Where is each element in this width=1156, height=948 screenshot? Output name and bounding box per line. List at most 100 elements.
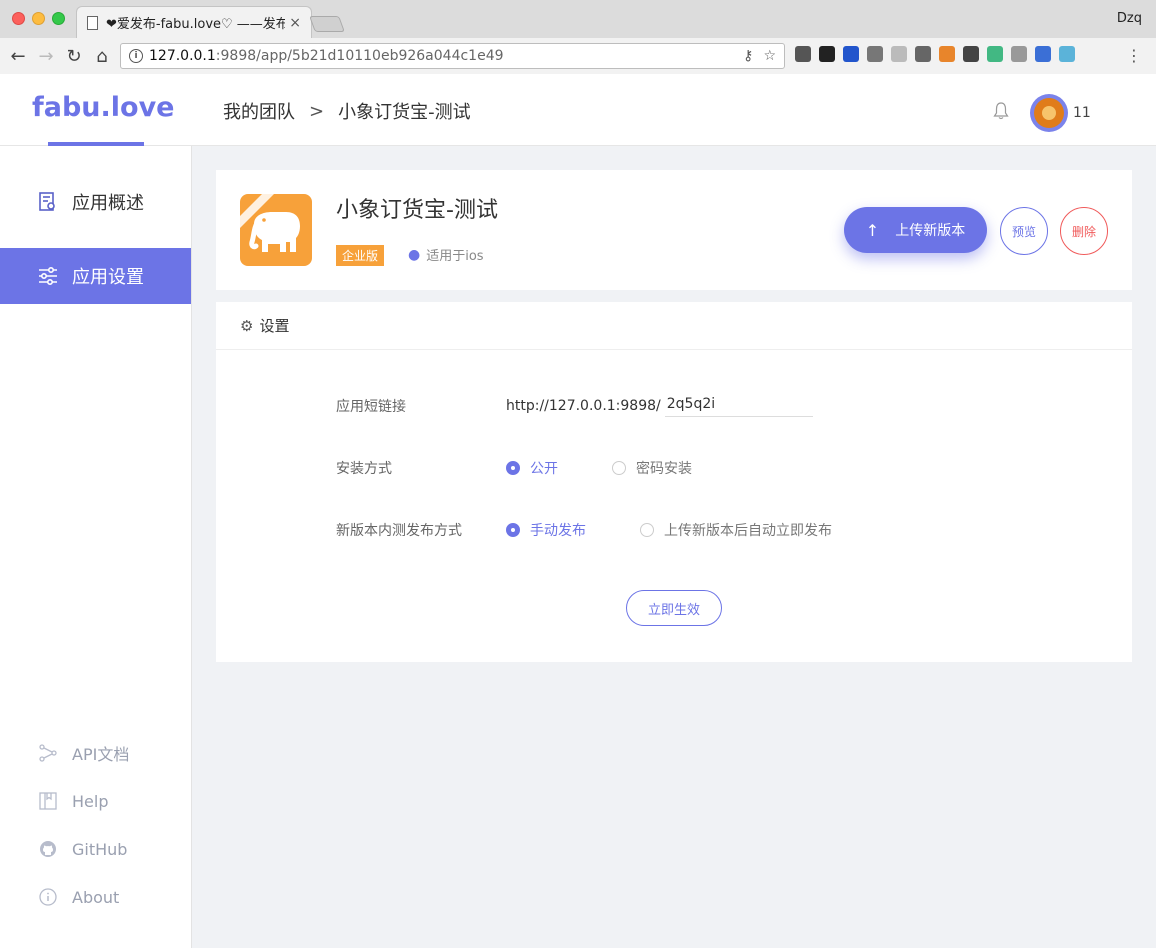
delete-button[interactable]: 删除 xyxy=(1060,207,1108,255)
platform-label: ● 适用于ios xyxy=(408,245,484,265)
short-link-row: http://127.0.0.1:9898/ xyxy=(506,394,813,417)
url-host: 127.0.0.1 xyxy=(149,48,216,64)
user-name[interactable]: 11 xyxy=(1073,105,1091,121)
radio-dot xyxy=(640,523,654,537)
ruler-extension-icon[interactable] xyxy=(1035,46,1051,62)
maximize-window-button[interactable] xyxy=(52,12,65,25)
upload-new-version-button[interactable]: ↑ 上传新版本 xyxy=(844,207,987,253)
new-tab-button[interactable] xyxy=(309,16,345,32)
recycle-extension-icon[interactable] xyxy=(867,46,883,62)
sidebar-item-label: 应用设置 xyxy=(72,267,144,288)
browser-menu-icon[interactable]: ⋮ xyxy=(1126,46,1142,65)
preview-button[interactable]: 预览 xyxy=(1000,207,1048,255)
release-manual-radio[interactable]: 手动发布 xyxy=(506,520,586,540)
sidebar-link-label: About xyxy=(72,887,120,907)
apple-icon: ● xyxy=(408,246,421,263)
document-icon xyxy=(87,15,98,30)
gear-icon: ⚙ xyxy=(240,316,254,335)
edition-badge: 企业版 xyxy=(336,245,385,266)
bookmark-star-icon[interactable]: ☆ xyxy=(763,48,776,64)
release-method-label: 新版本内测发布方式 xyxy=(336,523,462,539)
back-icon[interactable]: ← xyxy=(4,42,32,70)
install-method-options: 公开 密码安装 xyxy=(506,458,692,478)
install-public-radio[interactable]: 公开 xyxy=(506,458,558,478)
logo[interactable]: fabu.love xyxy=(32,92,175,123)
close-window-button[interactable] xyxy=(12,12,25,25)
install-password-radio[interactable]: 密码安装 xyxy=(612,458,692,478)
release-method-options: 手动发布 上传新版本后自动立即发布 xyxy=(506,520,832,540)
radio-dot xyxy=(506,523,520,537)
site-info-icon[interactable]: i xyxy=(129,49,143,63)
radio-label: 公开 xyxy=(530,461,558,477)
browser-tab[interactable]: ❤爱发布-fabu.love♡ ——发布 × xyxy=(76,6,312,38)
book-icon xyxy=(38,791,58,811)
sidebar-link-help[interactable]: Help xyxy=(0,786,191,816)
short-link-input[interactable] xyxy=(664,394,813,417)
info-icon xyxy=(38,887,58,907)
lion-avatar-icon xyxy=(1034,98,1064,128)
url-path: :9898/app/5b21d10110eb926a044c1e49 xyxy=(215,48,504,64)
release-auto-radio[interactable]: 上传新版本后自动立即发布 xyxy=(640,520,832,540)
radio-label: 手动发布 xyxy=(530,523,586,539)
sidebar-item-label: 应用概述 xyxy=(72,193,144,214)
settings-card: ⚙ 设置 应用短链接 http://127.0.0.1:9898/ 安装方式 公… xyxy=(216,302,1132,662)
platform-text: 适用于ios xyxy=(426,249,484,264)
radio-label: 密码安装 xyxy=(636,461,692,477)
short-link-prefix: http://127.0.0.1:9898/ xyxy=(506,397,661,414)
rp-extension-icon[interactable] xyxy=(1011,46,1027,62)
off-extension-icon[interactable] xyxy=(843,46,859,62)
vue-extension-icon[interactable] xyxy=(987,46,1003,62)
apply-now-button[interactable]: 立即生效 xyxy=(626,590,722,626)
sliders-icon xyxy=(38,266,58,286)
settings-header: ⚙ 设置 xyxy=(216,302,1132,350)
breadcrumb: 我的团队 > 小象订货宝-测试 xyxy=(223,98,471,124)
breadcrumb-separator: > xyxy=(309,100,325,122)
github-icon xyxy=(38,839,58,859)
sidebar-link-label: API文档 xyxy=(72,745,130,764)
elephant-icon xyxy=(240,194,300,252)
app-header: fabu.love 我的团队 > 小象订货宝-测试 11 xyxy=(0,74,1156,146)
sidebar: 应用概述 应用设置 API文档 Help GitHub About xyxy=(0,146,192,948)
evernote-extension-icon[interactable] xyxy=(795,46,811,62)
breadcrumb-team[interactable]: 我的团队 xyxy=(223,98,295,124)
tab-strip: ❤爱发布-fabu.love♡ ——发布 × Dzq xyxy=(0,0,1156,38)
app-info-card: 小象订货宝-测试 企业版 ● 适用于ios ↑ 上传新版本 预览 删除 xyxy=(216,170,1132,290)
sidebar-link-label: Help xyxy=(72,791,109,811)
address-bar[interactable]: i 127.0.0.1:9898/app/5b21d10110eb926a044… xyxy=(120,43,785,69)
tab-close-icon[interactable]: × xyxy=(289,15,301,31)
fox-extension-icon[interactable] xyxy=(939,46,955,62)
browser-profile-name[interactable]: Dzq xyxy=(1117,11,1142,26)
radio-label: 上传新版本后自动立即发布 xyxy=(664,523,832,539)
mask-extension-icon[interactable] xyxy=(819,46,835,62)
sidebar-link-api-docs[interactable]: API文档 xyxy=(0,738,191,768)
avatar[interactable] xyxy=(1030,94,1068,132)
upload-label: 上传新版本 xyxy=(895,223,966,239)
minimize-window-button[interactable] xyxy=(32,12,45,25)
app-name: 小象订货宝-测试 xyxy=(336,198,498,223)
sidebar-item-overview[interactable]: 应用概述 xyxy=(0,174,191,230)
home-icon[interactable]: ⌂ xyxy=(88,42,116,70)
key-icon[interactable]: ⚷ xyxy=(743,48,753,64)
sidebar-link-about[interactable]: About xyxy=(0,882,191,912)
extensions-bar xyxy=(795,46,1075,62)
browser-toolbar: ← → ↻ ⌂ i 127.0.0.1:9898/app/5b21d10110e… xyxy=(0,38,1156,74)
browser-chrome: ❤爱发布-fabu.love♡ ——发布 × Dzq ← → ↻ ⌂ i 127… xyxy=(0,0,1156,74)
sidebar-item-settings[interactable]: 应用设置 xyxy=(0,248,191,304)
radio-dot xyxy=(612,461,626,475)
sidebar-link-label: GitHub xyxy=(72,839,128,859)
short-link-label: 应用短链接 xyxy=(336,399,406,415)
radio-dot xyxy=(506,461,520,475)
forward-icon[interactable]: → xyxy=(32,42,60,70)
bulb-extension-icon[interactable] xyxy=(915,46,931,62)
share-nodes-icon xyxy=(38,743,58,763)
arrow-extension-icon[interactable] xyxy=(963,46,979,62)
app-overview-icon xyxy=(38,192,58,212)
circle-extension-icon[interactable] xyxy=(891,46,907,62)
s-extension-icon[interactable] xyxy=(1059,46,1075,62)
reload-icon[interactable]: ↻ xyxy=(60,42,88,70)
tab-title: ❤爱发布-fabu.love♡ ——发布 xyxy=(106,17,286,32)
sidebar-link-github[interactable]: GitHub xyxy=(0,834,191,864)
bell-icon[interactable] xyxy=(993,102,1009,120)
app-icon xyxy=(240,194,312,266)
settings-title: 设置 xyxy=(259,317,290,335)
